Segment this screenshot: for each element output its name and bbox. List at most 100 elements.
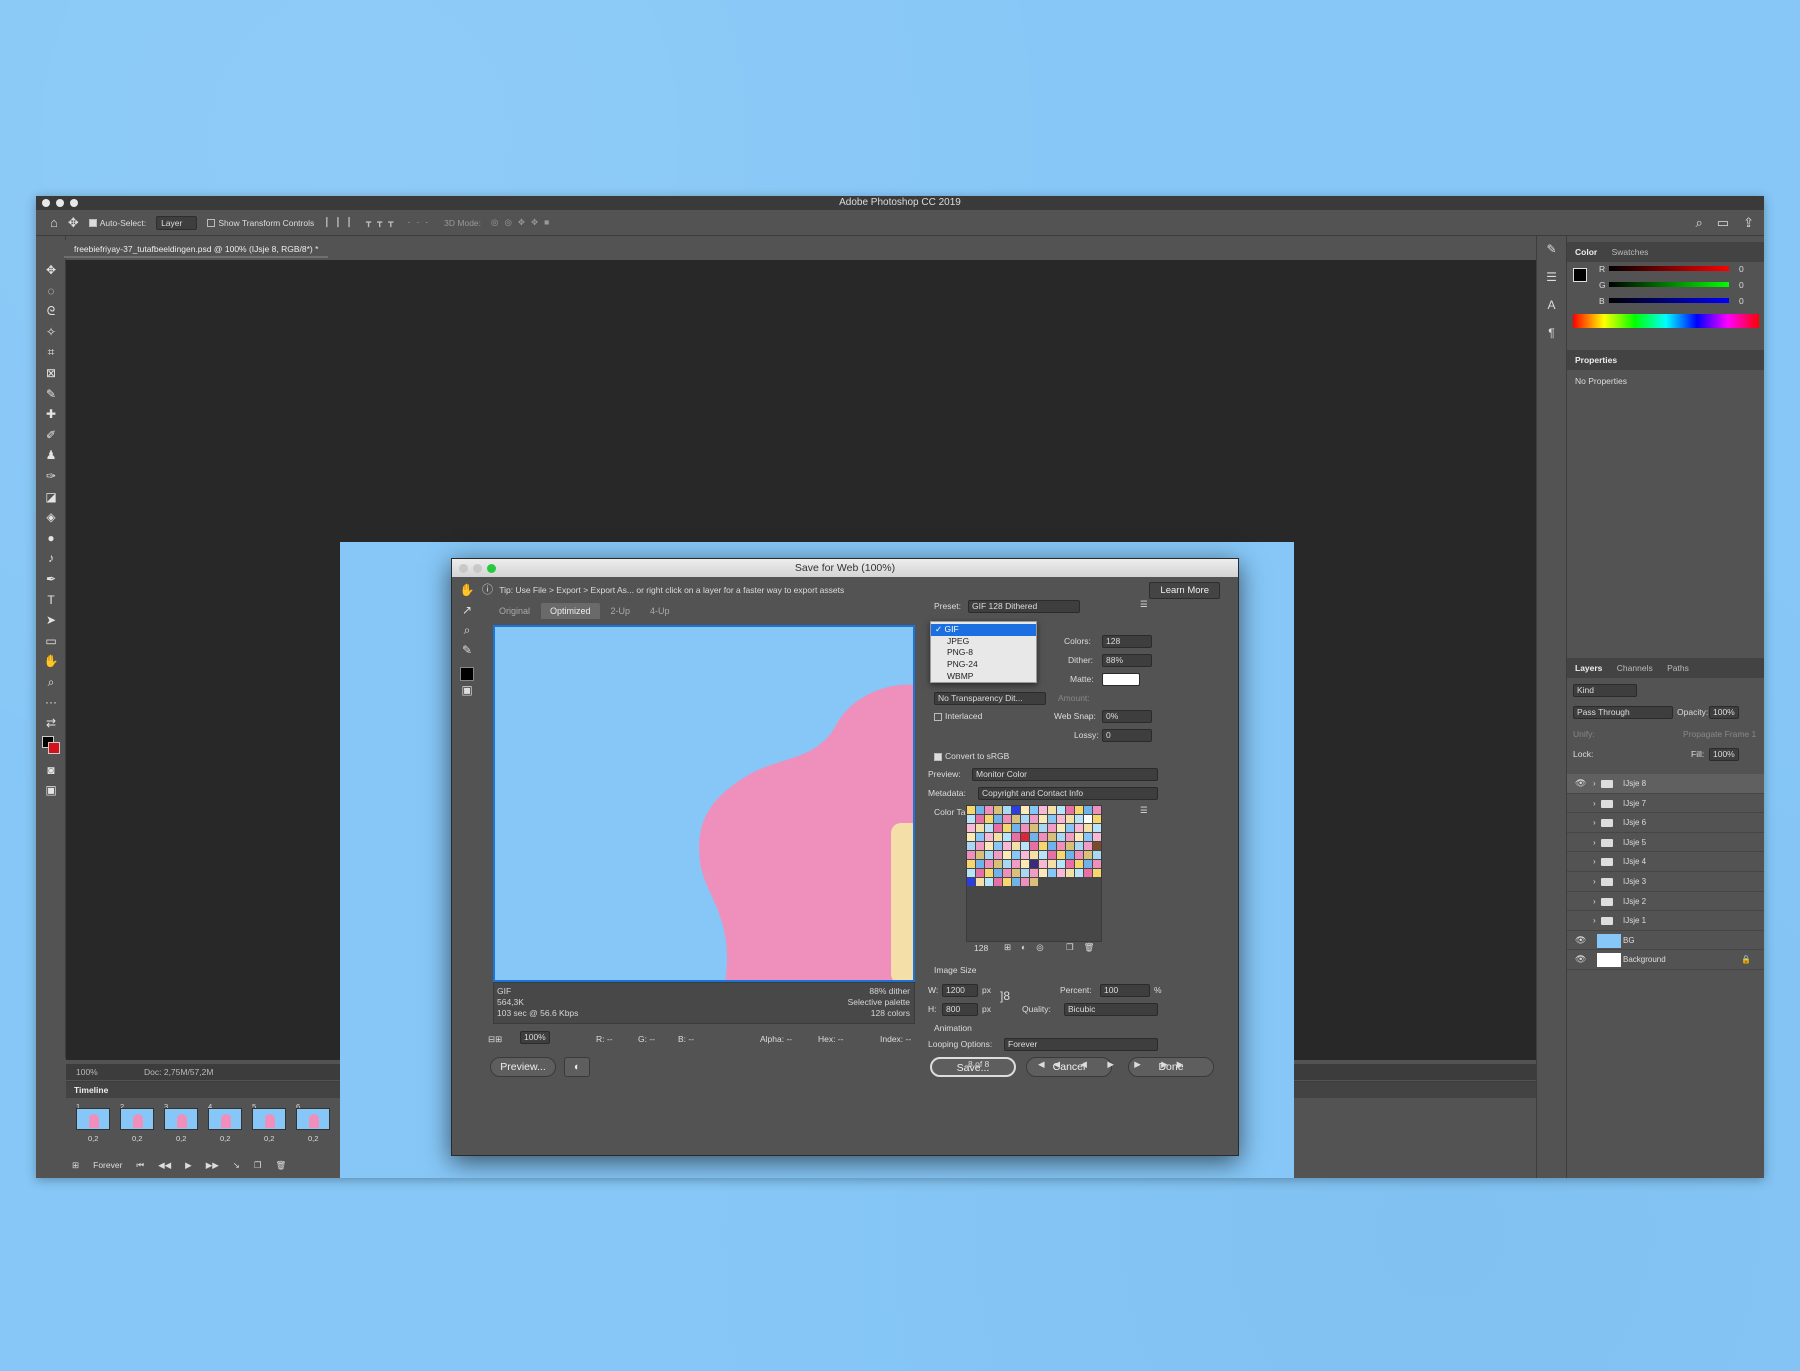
- color-swatch[interactable]: [1003, 806, 1011, 814]
- color-swatch[interactable]: [985, 851, 993, 859]
- zoom-level[interactable]: 100%: [76, 1064, 98, 1080]
- pen-icon[interactable]: ✒: [36, 569, 66, 590]
- layer-row[interactable]: › IJsje 4: [1567, 852, 1764, 872]
- color-swatch[interactable]: [1048, 815, 1056, 823]
- color-swatch[interactable]: [967, 869, 975, 877]
- healing-icon[interactable]: ✚: [36, 404, 66, 425]
- color-swatch[interactable]: [1075, 851, 1083, 859]
- color-swatch[interactable]: [1075, 860, 1083, 868]
- color-swatch[interactable]: [1012, 806, 1020, 814]
- color-swatch[interactable]: [1066, 806, 1074, 814]
- filter-kind[interactable]: Kind: [1573, 684, 1637, 697]
- color-swatch[interactable]: [1084, 851, 1092, 859]
- format-option-wbmp[interactable]: WBMP: [931, 671, 1036, 683]
- zoom-out-icon[interactable]: ⊟⊞: [488, 1031, 502, 1047]
- workspace-icon[interactable]: ▭: [1717, 215, 1729, 231]
- convert-icon[interactable]: ⊞: [72, 1160, 79, 1171]
- color-swatch[interactable]: [1003, 842, 1011, 850]
- layer-row[interactable]: › IJsje 2: [1567, 892, 1764, 912]
- color-swatch[interactable]: [1012, 878, 1020, 886]
- color-swatch[interactable]: [1030, 833, 1038, 841]
- auto-select-target[interactable]: Layer: [156, 215, 198, 230]
- color-spectrum[interactable]: [1573, 314, 1759, 328]
- more-tools-icon[interactable]: ···: [36, 692, 66, 713]
- color-swatch[interactable]: [1039, 824, 1047, 832]
- color-swatch[interactable]: [976, 878, 984, 886]
- color-swatch[interactable]: [976, 833, 984, 841]
- color-swatch[interactable]: [1057, 824, 1065, 832]
- color-swatch[interactable]: [967, 860, 975, 868]
- color-swatch[interactable]: [1039, 815, 1047, 823]
- marquee-icon[interactable]: ◌: [36, 281, 66, 302]
- color-swatch[interactable]: [1075, 842, 1083, 850]
- layer-row[interactable]: 👁 Background 🔒: [1567, 950, 1764, 970]
- crop-icon[interactable]: ⌗: [36, 342, 66, 363]
- dither-field[interactable]: 88%: [1102, 654, 1152, 667]
- color-swatch[interactable]: [967, 878, 975, 886]
- timeline-looping[interactable]: Forever: [93, 1160, 122, 1171]
- color-swatch[interactable]: [1093, 842, 1101, 850]
- visibility-eye-icon[interactable]: 👁: [1575, 950, 1586, 969]
- color-swatch[interactable]: [976, 860, 984, 868]
- next-frame-icon[interactable]: ▶▶: [206, 1160, 219, 1171]
- color-swatch[interactable]: [1012, 833, 1020, 841]
- color-swatch[interactable]: [976, 806, 984, 814]
- color-swatch[interactable]: [1057, 869, 1065, 877]
- color-swatch[interactable]: [1021, 869, 1029, 877]
- color-swatch[interactable]: [1048, 842, 1056, 850]
- color-table-menu-icon[interactable]: ☰: [1140, 805, 1148, 816]
- preset-menu-icon[interactable]: ☰: [1140, 599, 1148, 610]
- zoom-select[interactable]: 100%: [520, 1031, 550, 1044]
- color-swatch[interactable]: [1075, 806, 1083, 814]
- color-swatch[interactable]: [1084, 860, 1092, 868]
- color-swatch[interactable]: [1003, 815, 1011, 823]
- move-tool-icon[interactable]: ✥: [68, 215, 79, 231]
- frame-delay[interactable]: 0,2: [308, 1134, 318, 1143]
- color-swatch[interactable]: [1021, 842, 1029, 850]
- color-swatch[interactable]: [994, 833, 1002, 841]
- dialog-zoom-button[interactable]: [487, 564, 496, 573]
- frame-delay[interactable]: 0,2: [88, 1134, 98, 1143]
- color-swatches[interactable]: [36, 734, 66, 760]
- stamp-icon[interactable]: ♟: [36, 445, 66, 466]
- color-swatch[interactable]: [985, 869, 993, 877]
- color-swatch[interactable]: [976, 842, 984, 850]
- color-swatch[interactable]: [1030, 869, 1038, 877]
- color-swatch[interactable]: [1039, 833, 1047, 841]
- color-swatch[interactable]: [1039, 806, 1047, 814]
- color-swatch[interactable]: [967, 806, 975, 814]
- color-swatch[interactable]: [1084, 869, 1092, 877]
- websnap-field[interactable]: 0%: [1102, 710, 1152, 723]
- layer-row[interactable]: 👁 › IJsje 8: [1567, 774, 1764, 794]
- search-icon[interactable]: ⌕: [1696, 215, 1703, 231]
- zoom-icon[interactable]: ⌕: [454, 623, 480, 643]
- expand-arrow-icon[interactable]: ›: [1593, 794, 1596, 813]
- tab-channels[interactable]: Channels: [1617, 663, 1653, 673]
- delete-frame-icon[interactable]: 🗑: [276, 1160, 287, 1171]
- color-swatch[interactable]: [967, 815, 975, 823]
- color-swatch[interactable]: [1012, 842, 1020, 850]
- color-swatch[interactable]: [994, 878, 1002, 886]
- layer-row[interactable]: 👁 BG: [1567, 931, 1764, 951]
- color-swatch[interactable]: [1030, 815, 1038, 823]
- color-swatch[interactable]: [1021, 860, 1029, 868]
- b-slider[interactable]: [1609, 298, 1729, 303]
- layer-row[interactable]: › IJsje 7: [1567, 794, 1764, 814]
- color-swatch[interactable]: [985, 806, 993, 814]
- layer-row[interactable]: › IJsje 1: [1567, 911, 1764, 931]
- color-table[interactable]: [966, 805, 1102, 942]
- eyedropper-color-swatch[interactable]: [454, 663, 480, 683]
- layer-row[interactable]: › IJsje 5: [1567, 833, 1764, 853]
- home-icon[interactable]: ⌂: [50, 215, 58, 230]
- format-option-png8[interactable]: PNG-8: [931, 647, 1036, 659]
- color-swatch[interactable]: [1066, 860, 1074, 868]
- color-swatch[interactable]: [994, 869, 1002, 877]
- timeline-frame[interactable]: 2 0,2: [118, 1102, 156, 1143]
- color-swatch[interactable]: [1084, 824, 1092, 832]
- dialog-minimize-button[interactable]: [473, 564, 482, 573]
- opacity-field[interactable]: 100%: [1709, 706, 1739, 719]
- timeline-frame[interactable]: 5 0,2: [250, 1102, 288, 1143]
- color-swatch[interactable]: [1066, 824, 1074, 832]
- percent-field[interactable]: 100: [1100, 984, 1150, 997]
- color-swatch[interactable]: [1066, 869, 1074, 877]
